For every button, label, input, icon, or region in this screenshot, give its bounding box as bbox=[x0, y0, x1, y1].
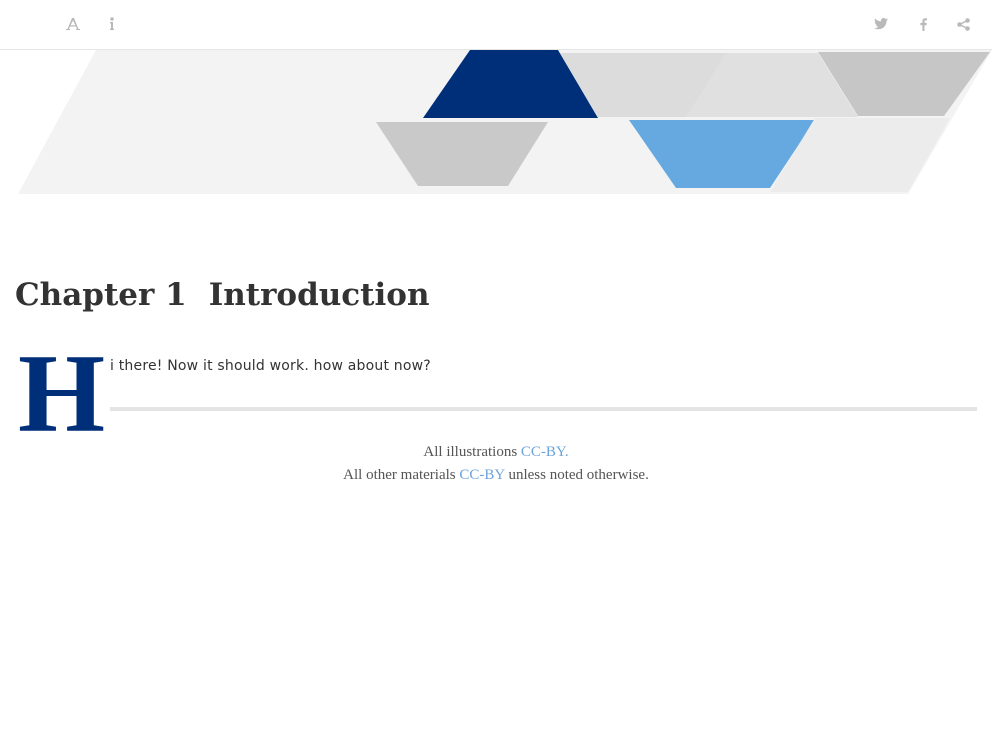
share-button[interactable] bbox=[951, 12, 975, 36]
drop-cap-letter: H bbox=[18, 332, 106, 456]
font-settings-button[interactable] bbox=[61, 12, 85, 36]
font-size-icon bbox=[66, 18, 80, 30]
illustrations-license-line: All illustrations CC-BY. bbox=[0, 441, 992, 464]
materials-license-label: All other materials bbox=[343, 467, 456, 483]
info-icon bbox=[110, 17, 114, 30]
chapter-heading: Chapter 1 Introduction bbox=[15, 273, 430, 317]
twitter-share-button[interactable] bbox=[869, 12, 893, 36]
facebook-icon bbox=[919, 17, 927, 31]
chapter-title: Introduction bbox=[208, 277, 430, 313]
lead-paragraph: i there! Now it should work. how about n… bbox=[110, 358, 431, 374]
illustrations-license-label: All illustrations bbox=[423, 444, 518, 460]
twitter-icon bbox=[874, 18, 888, 30]
license-footer: All illustrations CC-BY. All other mater… bbox=[0, 441, 992, 487]
share-icon bbox=[956, 17, 970, 31]
section-divider bbox=[110, 407, 977, 411]
materials-license-suffix: unless noted otherwise. bbox=[508, 467, 649, 483]
materials-license-line: All other materials CC-BY unless noted o… bbox=[0, 464, 992, 487]
info-button[interactable] bbox=[100, 12, 124, 36]
materials-license-link[interactable]: CC-BY bbox=[459, 467, 504, 483]
facebook-share-button[interactable] bbox=[911, 12, 935, 36]
top-toolbar bbox=[0, 0, 992, 50]
illustrations-license-link[interactable]: CC-BY. bbox=[521, 444, 569, 460]
chapter-number: Chapter 1 bbox=[15, 277, 187, 313]
